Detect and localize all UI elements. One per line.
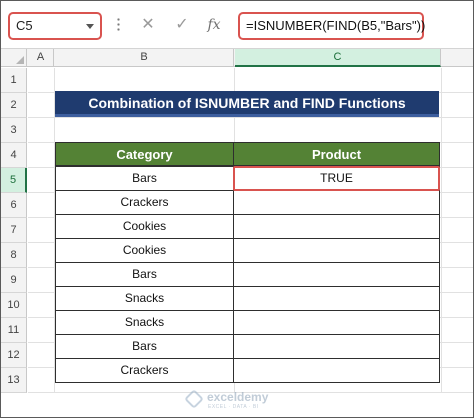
grid-cell[interactable] xyxy=(28,143,55,168)
grid-cell[interactable] xyxy=(442,93,473,118)
title-banner: Combination of ISNUMBER and FIND Functio… xyxy=(55,91,439,117)
product-cell[interactable] xyxy=(233,358,440,383)
table-header-product: Product xyxy=(233,142,440,166)
product-cell[interactable] xyxy=(233,190,440,215)
grid-cell[interactable] xyxy=(442,118,473,143)
row-header[interactable]: 8 xyxy=(1,243,27,268)
watermark: exceldemy EXCEL · DATA · BI xyxy=(184,389,307,412)
grid-cell[interactable] xyxy=(55,68,235,93)
category-cell[interactable]: Bars xyxy=(55,334,234,359)
grid-cell[interactable] xyxy=(442,143,473,168)
category-cell[interactable]: Cookies xyxy=(55,238,234,263)
row-header[interactable]: 6 xyxy=(1,193,27,218)
row-header[interactable]: 5 xyxy=(1,168,27,193)
product-cell[interactable] xyxy=(233,214,440,239)
category-cell[interactable]: Snacks xyxy=(55,286,234,311)
row-header[interactable]: 9 xyxy=(1,268,27,293)
drag-handle-icon[interactable] xyxy=(117,17,120,33)
grid-cell[interactable] xyxy=(28,168,55,193)
grid-cell[interactable] xyxy=(442,368,473,393)
grid-cell[interactable] xyxy=(442,318,473,343)
grid-cell[interactable] xyxy=(28,218,55,243)
grid-cell[interactable] xyxy=(28,193,55,218)
product-cell[interactable] xyxy=(233,262,440,287)
grid-cell[interactable] xyxy=(28,268,55,293)
check-icon[interactable]: ✓ xyxy=(173,15,191,35)
grid-cell[interactable] xyxy=(235,118,442,143)
grid-cell[interactable] xyxy=(28,93,55,118)
category-cell[interactable]: Crackers xyxy=(55,190,234,215)
cancel-icon[interactable]: ✕ xyxy=(139,15,157,35)
row-header[interactable]: 3 xyxy=(1,118,27,143)
grid-cell[interactable] xyxy=(235,68,442,93)
name-box[interactable]: C5 xyxy=(8,12,102,40)
grid-cell[interactable] xyxy=(55,118,235,143)
row-header[interactable]: 2 xyxy=(1,93,27,118)
grid-cell[interactable] xyxy=(28,368,55,393)
grid-cell[interactable] xyxy=(28,343,55,368)
watermark-name: exceldemy xyxy=(207,390,269,404)
grid-cell[interactable] xyxy=(28,118,55,143)
row-header[interactable]: 12 xyxy=(1,343,27,368)
row-header[interactable]: 11 xyxy=(1,318,27,343)
table-header-category: Category xyxy=(55,142,234,166)
grid-cell[interactable] xyxy=(442,343,473,368)
product-cell[interactable] xyxy=(233,310,440,335)
product-cell[interactable] xyxy=(233,334,440,359)
row-header[interactable]: 4 xyxy=(1,143,27,168)
grid-cell[interactable] xyxy=(442,193,473,218)
column-header-row: A B C xyxy=(1,49,473,67)
grid-cell[interactable] xyxy=(442,268,473,293)
row-header[interactable]: 7 xyxy=(1,218,27,243)
product-cell[interactable]: TRUE xyxy=(233,166,440,191)
watermark-tagline: EXCEL · DATA · BI xyxy=(208,404,259,410)
column-header-a[interactable]: A xyxy=(28,49,54,66)
category-cell[interactable]: Snacks xyxy=(55,310,234,335)
product-cell[interactable] xyxy=(233,238,440,263)
select-all-icon xyxy=(16,56,24,64)
column-header-c[interactable]: C xyxy=(235,49,441,67)
row-header[interactable]: 1 xyxy=(1,68,27,93)
grid-cell[interactable] xyxy=(28,293,55,318)
category-cell[interactable]: Cookies xyxy=(55,214,234,239)
column-header-b[interactable]: B xyxy=(55,49,234,66)
formula-input[interactable]: =ISNUMBER(FIND(B5,"Bars")) xyxy=(238,12,425,40)
grid-cell[interactable] xyxy=(28,68,55,93)
grid-cell[interactable] xyxy=(442,243,473,268)
spreadsheet-window: C5 ✕ ✓ fx =ISNUMBER(FIND(B5,"Bars")) A B… xyxy=(0,0,474,418)
category-cell[interactable]: Crackers xyxy=(55,358,234,383)
exceldemy-logo-icon xyxy=(184,389,204,409)
grid-cell[interactable] xyxy=(442,68,473,93)
name-box-value: C5 xyxy=(16,18,33,33)
formula-bar: C5 ✕ ✓ fx =ISNUMBER(FIND(B5,"Bars")) xyxy=(1,1,473,49)
grid-cell[interactable] xyxy=(442,293,473,318)
grid-cell[interactable] xyxy=(442,218,473,243)
grid-cell[interactable] xyxy=(28,318,55,343)
category-cell[interactable]: Bars xyxy=(55,166,234,191)
row-header[interactable]: 10 xyxy=(1,293,27,318)
grid-cell[interactable] xyxy=(442,168,473,193)
row-header[interactable]: 13 xyxy=(1,368,27,393)
column-header-d[interactable] xyxy=(442,49,473,66)
chevron-down-icon[interactable] xyxy=(86,24,94,29)
product-cell[interactable] xyxy=(233,286,440,311)
grid-cell[interactable] xyxy=(28,243,55,268)
insert-function-icon[interactable]: fx xyxy=(205,15,223,35)
category-cell[interactable]: Bars xyxy=(55,262,234,287)
select-all-corner[interactable] xyxy=(1,49,27,66)
